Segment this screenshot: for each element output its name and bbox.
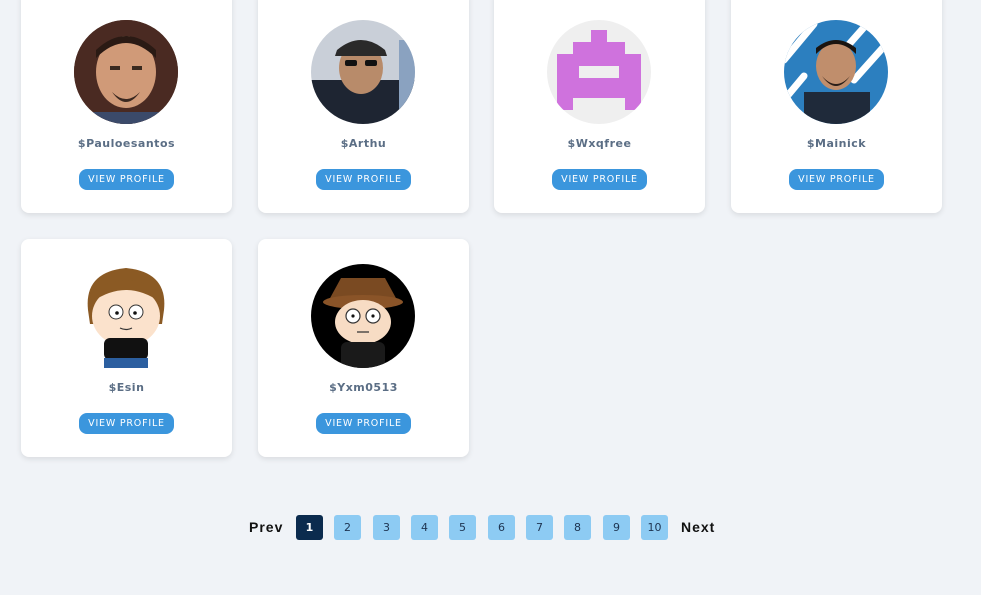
- next-page-link[interactable]: Next: [681, 519, 715, 535]
- profile-card: $Esin VIEW PROFILE: [21, 239, 232, 457]
- page-button-7[interactable]: 7: [526, 515, 553, 540]
- profile-cashtag: $Mainick: [806, 137, 867, 150]
- profile-card: $Pauloesantos VIEW PROFILE: [21, 0, 232, 213]
- view-profile-button[interactable]: VIEW PROFILE: [316, 169, 411, 190]
- avatar[interactable]: [311, 264, 415, 368]
- page-button-2[interactable]: 2: [334, 515, 361, 540]
- profile-cashtag: $Pauloesantos: [77, 137, 176, 150]
- avatar[interactable]: [74, 20, 178, 124]
- view-profile-button[interactable]: VIEW PROFILE: [316, 413, 411, 434]
- page-button-6[interactable]: 6: [488, 515, 515, 540]
- avatar[interactable]: [311, 20, 415, 124]
- profile-cashtag: $Esin: [108, 381, 145, 394]
- profile-card: $Yxm0513 VIEW PROFILE: [258, 239, 469, 457]
- page-button-8[interactable]: 8: [564, 515, 591, 540]
- prev-page-link[interactable]: Prev: [249, 519, 283, 535]
- avatar[interactable]: [784, 20, 888, 124]
- avatar[interactable]: [74, 264, 178, 368]
- view-profile-button[interactable]: VIEW PROFILE: [789, 169, 884, 190]
- view-profile-button[interactable]: VIEW PROFILE: [552, 169, 647, 190]
- view-profile-button[interactable]: VIEW PROFILE: [79, 169, 174, 190]
- page-button-9[interactable]: 9: [603, 515, 630, 540]
- profile-cashtag: $Yxm0513: [329, 381, 398, 394]
- profile-cashtag: $Wxqfree: [567, 137, 632, 150]
- profile-cashtag: $Arthu: [340, 137, 387, 150]
- page-button-1[interactable]: 1: [296, 515, 323, 540]
- profile-card: $Mainick VIEW PROFILE: [731, 0, 942, 213]
- avatar[interactable]: [547, 20, 651, 124]
- page-button-4[interactable]: 4: [411, 515, 438, 540]
- page-button-10[interactable]: 10: [641, 515, 668, 540]
- page-button-3[interactable]: 3: [373, 515, 400, 540]
- profile-card: $Arthu VIEW PROFILE: [258, 0, 469, 213]
- view-profile-button[interactable]: VIEW PROFILE: [79, 413, 174, 434]
- page-button-5[interactable]: 5: [449, 515, 476, 540]
- profile-card: $Wxqfree VIEW PROFILE: [494, 0, 705, 213]
